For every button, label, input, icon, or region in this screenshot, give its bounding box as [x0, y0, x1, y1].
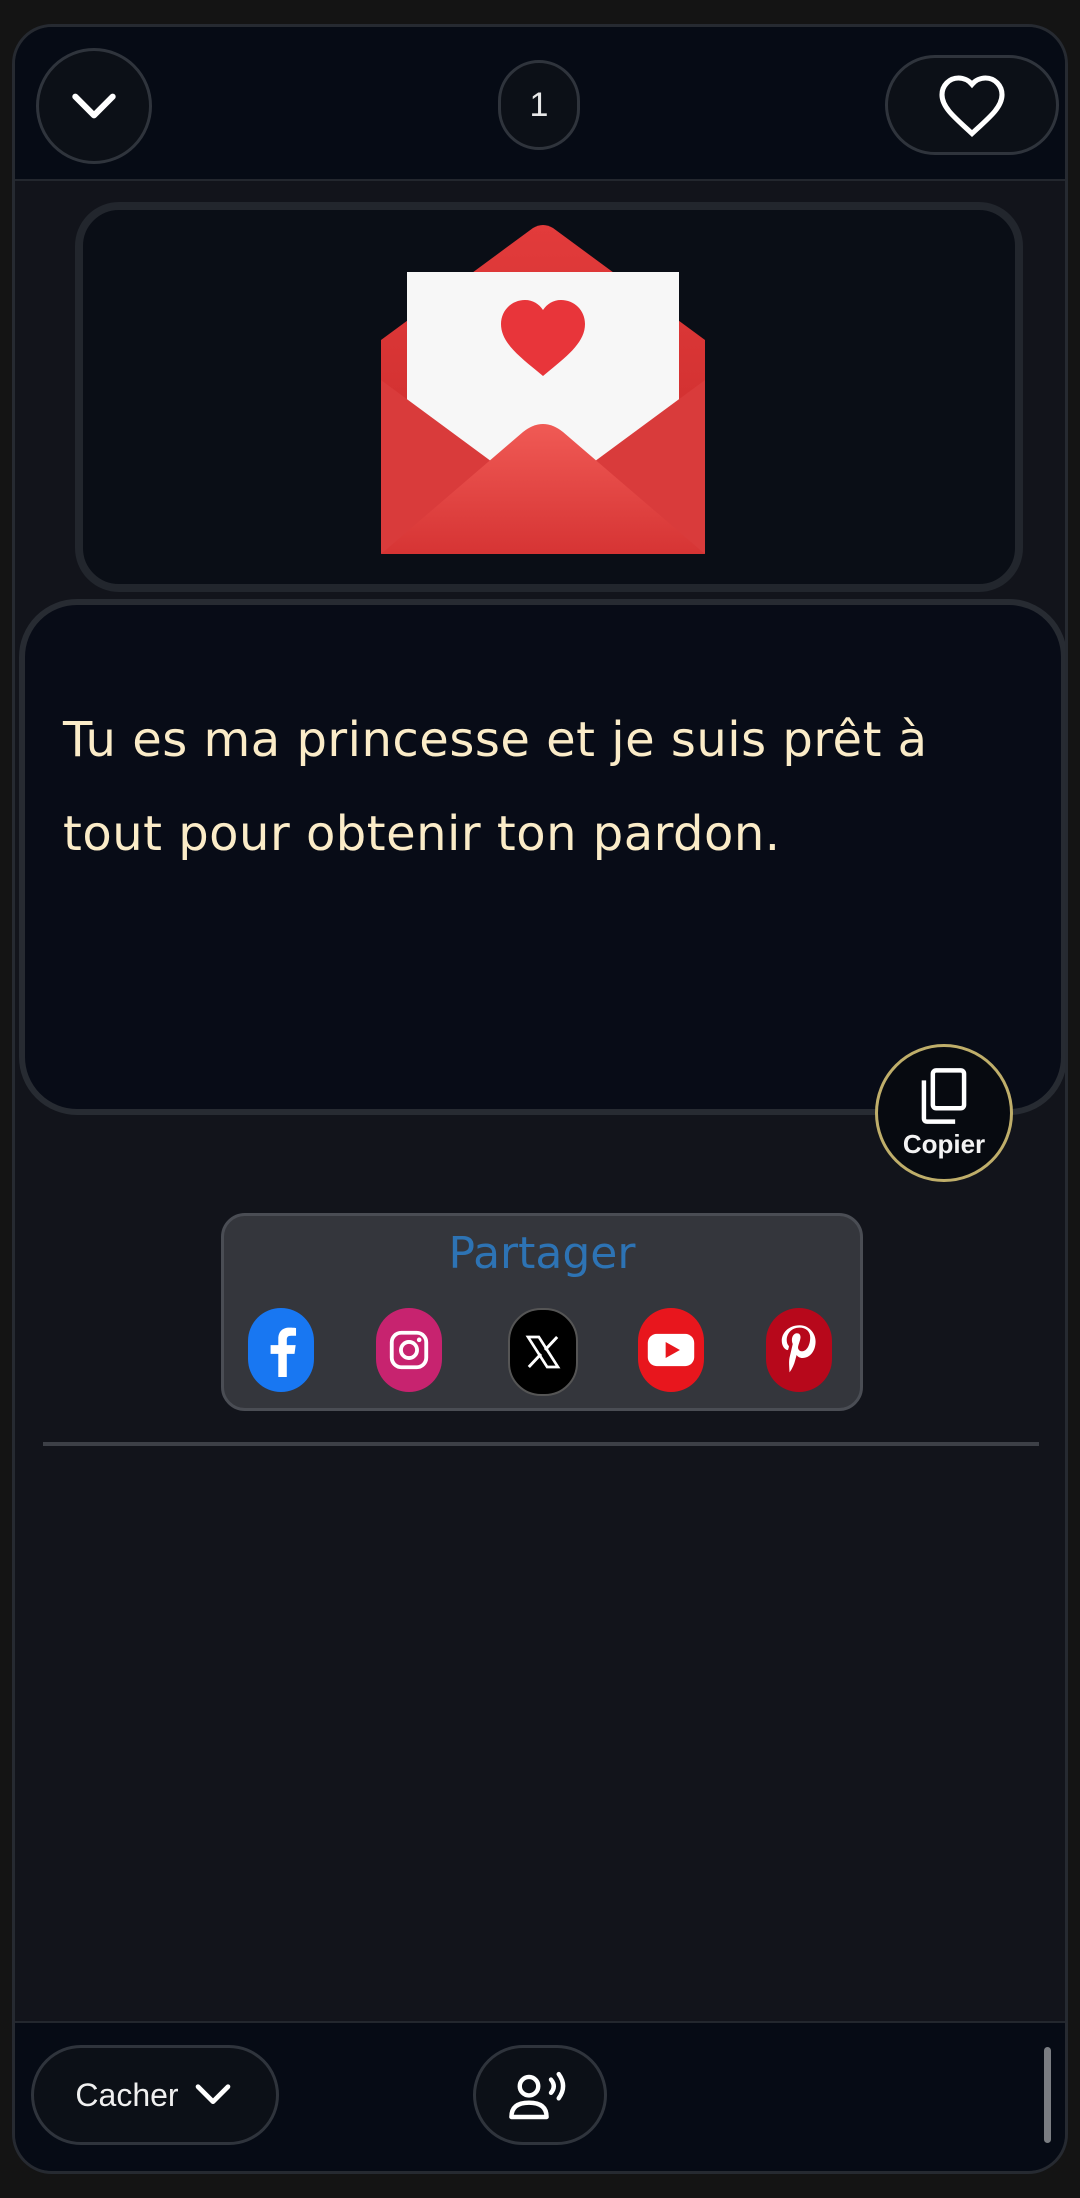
instagram-icon[interactable]	[376, 1308, 442, 1392]
copy-button[interactable]: Copier	[875, 1044, 1013, 1182]
hide-label: Cacher	[75, 2076, 179, 2113]
chevron-down-icon	[195, 2084, 230, 2104]
message-count: 1	[529, 85, 549, 124]
pinterest-icon[interactable]	[766, 1308, 832, 1392]
emoji-card	[75, 202, 1023, 592]
message-text: Tu es ma princesse et je suis prêt à tou…	[63, 712, 928, 862]
speaking-person-icon	[509, 2071, 566, 2120]
message-count-badge: 1	[498, 60, 580, 150]
x-icon[interactable]	[508, 1308, 578, 1396]
bottom-bar: Cacher	[15, 2021, 1065, 2171]
share-panel: Partager	[221, 1213, 863, 1411]
app-frame: 1 Tu es ma princesse et je suis prêt à t…	[12, 24, 1068, 2174]
heart-outline-icon	[939, 75, 1005, 137]
copy-label: Copier	[902, 1128, 986, 1159]
youtube-icon[interactable]	[638, 1308, 704, 1392]
share-title: Partager	[448, 1228, 636, 1279]
chevron-down-icon	[72, 93, 116, 119]
share-networks	[242, 1308, 842, 1396]
text-to-speech-button[interactable]	[473, 2045, 607, 2145]
hide-button[interactable]: Cacher	[31, 2045, 279, 2145]
love-letter-icon	[381, 225, 705, 554]
top-bar: 1	[15, 27, 1065, 181]
copy-icon	[921, 1067, 967, 1124]
message-card: Tu es ma princesse et je suis prêt à tou…	[19, 599, 1065, 1115]
favorite-button[interactable]	[885, 55, 1059, 155]
collapse-button[interactable]	[36, 48, 152, 164]
divider	[43, 1442, 1039, 1446]
scrollbar-thumb[interactable]	[1044, 2047, 1051, 2143]
facebook-icon[interactable]	[248, 1308, 314, 1392]
